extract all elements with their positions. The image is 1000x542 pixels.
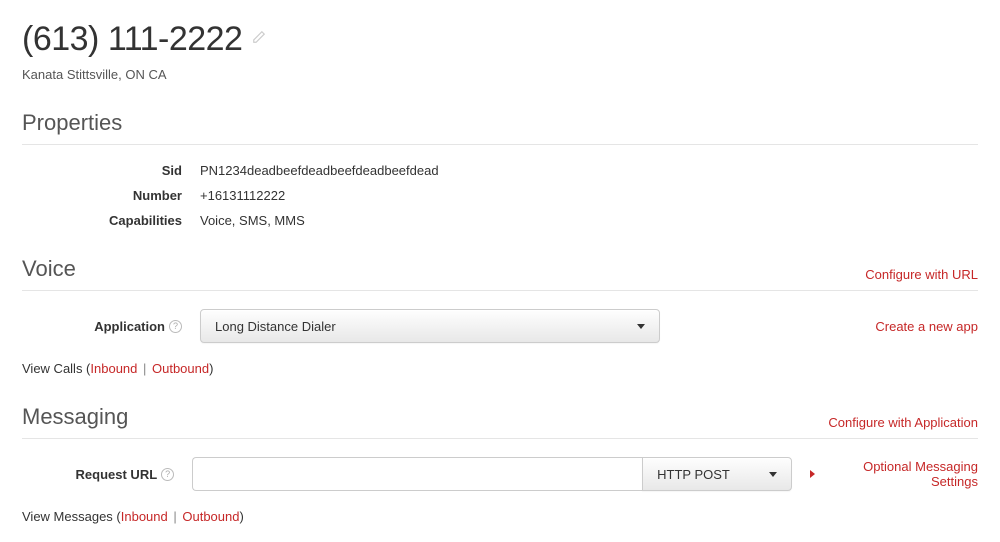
- optional-messaging-settings-link[interactable]: Optional Messaging Settings: [810, 459, 978, 489]
- application-label-text: Application: [94, 319, 165, 334]
- view-calls-line: View Calls (Inbound | Outbound): [22, 361, 978, 376]
- view-messages-line: View Messages (Inbound | Outbound): [22, 509, 978, 524]
- view-messages-prefix: View Messages (: [22, 509, 121, 524]
- messaging-heading: Messaging: [22, 404, 128, 430]
- outbound-messages-link[interactable]: Outbound: [182, 509, 239, 524]
- location-text: Kanata Stittsville, ON CA: [22, 67, 978, 82]
- separator: |: [170, 509, 181, 524]
- optional-messaging-text: Optional Messaging Settings: [821, 459, 978, 489]
- property-label: Number: [22, 188, 182, 203]
- http-method-value: HTTP POST: [657, 467, 730, 482]
- separator: |: [139, 361, 150, 376]
- pencil-icon[interactable]: [252, 30, 266, 49]
- application-select[interactable]: Long Distance Dialer: [200, 309, 660, 343]
- page-title: (613) 111-2222: [22, 20, 242, 59]
- application-select-value: Long Distance Dialer: [215, 319, 336, 334]
- request-url-label: Request URL ?: [22, 467, 174, 482]
- property-row: Sid PN1234deadbeefdeadbeefdeadbeefdead: [22, 163, 978, 178]
- inbound-calls-link[interactable]: Inbound: [90, 361, 137, 376]
- triangle-right-icon: [810, 470, 815, 478]
- request-url-input[interactable]: [192, 457, 642, 491]
- view-calls-prefix: View Calls (: [22, 361, 90, 376]
- help-icon[interactable]: ?: [169, 320, 182, 333]
- property-value: +16131112222: [200, 188, 285, 203]
- voice-heading: Voice: [22, 256, 76, 282]
- property-label: Sid: [22, 163, 182, 178]
- configure-with-url-link[interactable]: Configure with URL: [865, 267, 978, 282]
- property-row: Capabilities Voice, SMS, MMS: [22, 213, 978, 228]
- view-messages-suffix: ): [239, 509, 243, 524]
- outbound-calls-link[interactable]: Outbound: [152, 361, 209, 376]
- caret-down-icon: [637, 324, 645, 329]
- properties-heading: Properties: [22, 110, 122, 136]
- property-row: Number +16131112222: [22, 188, 978, 203]
- configure-with-application-link[interactable]: Configure with Application: [828, 415, 978, 430]
- property-value: Voice, SMS, MMS: [200, 213, 305, 228]
- properties-table: Sid PN1234deadbeefdeadbeefdeadbeefdead N…: [22, 163, 978, 228]
- caret-down-icon: [769, 472, 777, 477]
- request-url-label-text: Request URL: [76, 467, 158, 482]
- help-icon[interactable]: ?: [161, 468, 174, 481]
- http-method-select[interactable]: HTTP POST: [642, 457, 792, 491]
- create-new-app-link[interactable]: Create a new app: [875, 319, 978, 334]
- inbound-messages-link[interactable]: Inbound: [121, 509, 168, 524]
- property-label: Capabilities: [22, 213, 182, 228]
- view-calls-suffix: ): [209, 361, 213, 376]
- property-value: PN1234deadbeefdeadbeefdeadbeefdead: [200, 163, 439, 178]
- application-label: Application ?: [22, 319, 182, 334]
